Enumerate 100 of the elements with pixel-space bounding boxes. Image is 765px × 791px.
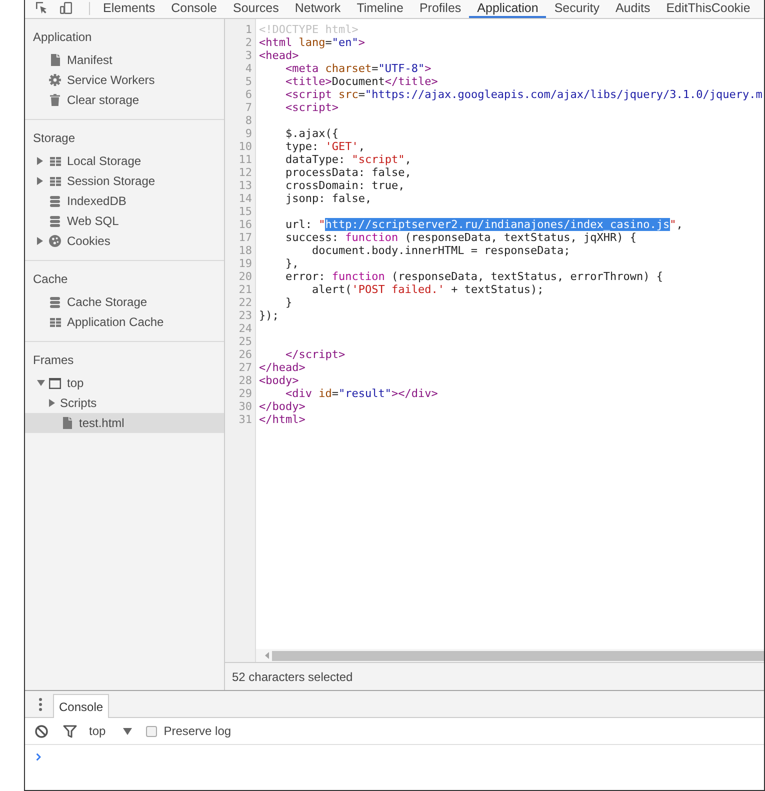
line-number: 21 bbox=[238, 283, 252, 296]
tree-item[interactable]: test.html bbox=[25, 413, 224, 433]
tree-item[interactable]: Session Storage bbox=[25, 171, 224, 191]
code-line: $.ajax({ bbox=[286, 127, 338, 140]
code-line: }, bbox=[286, 257, 299, 270]
code-line: <head> bbox=[259, 49, 299, 62]
tree-item[interactable]: Manifest bbox=[25, 50, 224, 70]
code-line: url: "http://scriptserver2.ru/indianajones/index_casino.js", bbox=[286, 218, 683, 231]
code-line: type: 'GET', bbox=[286, 140, 365, 153]
panel-tab[interactable]: Sources bbox=[224, 0, 287, 18]
filter-icon[interactable] bbox=[63, 724, 77, 738]
line-number: 6 bbox=[245, 88, 252, 101]
caret-right-icon[interactable] bbox=[37, 177, 43, 185]
select-cursor-icon[interactable] bbox=[36, 2, 47, 14]
caret-right-icon[interactable] bbox=[37, 237, 43, 245]
panel-tab[interactable]: Console bbox=[163, 0, 225, 18]
tree-item[interactable]: Cookies bbox=[25, 231, 224, 251]
code-line: } bbox=[286, 296, 292, 309]
tree-item[interactable]: Clear storage bbox=[25, 90, 224, 110]
panel-tab[interactable]: Audits bbox=[607, 0, 658, 18]
line-number: 4 bbox=[245, 62, 252, 75]
code-line: </body> bbox=[259, 400, 306, 413]
caret-down-icon[interactable] bbox=[37, 380, 45, 386]
gear-icon bbox=[49, 74, 61, 86]
line-number: 22 bbox=[238, 296, 252, 309]
console-tab[interactable]: Console bbox=[53, 694, 110, 718]
panel-tab[interactable]: EditThisCookie bbox=[658, 0, 758, 18]
grid-icon bbox=[50, 318, 60, 326]
panel-tab[interactable]: Profiles bbox=[411, 0, 470, 18]
database-icon bbox=[50, 296, 60, 308]
clear-console-icon[interactable] bbox=[35, 724, 48, 738]
line-number: 26 bbox=[238, 348, 252, 361]
line-number: 31 bbox=[238, 413, 252, 426]
status-text: 52 characters selected bbox=[232, 670, 353, 684]
code-line: dataType: "script", bbox=[286, 153, 412, 166]
context-select[interactable]: top bbox=[89, 724, 132, 738]
kebab-menu-icon[interactable] bbox=[39, 698, 42, 710]
line-number: 20 bbox=[238, 270, 252, 283]
phone-tablet-icon[interactable] bbox=[60, 2, 72, 14]
file-icon bbox=[50, 54, 60, 66]
scroll-left-arrow-icon[interactable] bbox=[265, 652, 269, 659]
line-number: 9 bbox=[245, 127, 252, 140]
line-number: 8 bbox=[245, 114, 252, 127]
line-number: 29 bbox=[238, 387, 252, 400]
code-line: <div id="result"></div> bbox=[286, 387, 438, 400]
panel-tab[interactable]: Security bbox=[546, 0, 608, 18]
panel-tab[interactable]: Elements bbox=[95, 0, 164, 18]
line-number: 11 bbox=[238, 153, 252, 166]
database-icon bbox=[50, 216, 60, 226]
code-line: processData: false, bbox=[286, 166, 412, 179]
code-line: <script src="https://ajax.googleapis.com/ajax/libs/jquery/3.1.0/jquery.m bbox=[286, 88, 762, 101]
panel-tab[interactable]: Network bbox=[286, 0, 349, 18]
grid-icon bbox=[50, 176, 60, 186]
line-number: 7 bbox=[245, 101, 252, 114]
line-number: 18 bbox=[238, 244, 252, 257]
section-title: Cache bbox=[33, 271, 68, 288]
line-number: 25 bbox=[238, 335, 252, 348]
dropdown-triangle-icon bbox=[122, 728, 132, 734]
panel-tab[interactable]: Timeline bbox=[348, 0, 412, 18]
tree-item[interactable]: Local Storage bbox=[25, 151, 224, 171]
line-number: 19 bbox=[238, 257, 252, 270]
tree-item[interactable]: Service Workers bbox=[25, 70, 224, 90]
line-number: 28 bbox=[238, 374, 252, 387]
caret-right-icon[interactable] bbox=[37, 157, 43, 165]
file-icon bbox=[62, 417, 72, 429]
section-title: Application bbox=[33, 29, 92, 46]
tree-item[interactable]: Cache Storage bbox=[25, 292, 224, 312]
code-line: alert('POST failed.' + textStatus); bbox=[312, 283, 544, 296]
line-number: 2 bbox=[245, 36, 252, 49]
code-line: <meta charset="UTF-8"> bbox=[286, 62, 432, 75]
window-icon bbox=[49, 378, 61, 388]
line-number: 15 bbox=[238, 205, 252, 218]
code-line: <html lang="en"> bbox=[259, 36, 365, 49]
line-number: 24 bbox=[238, 322, 252, 335]
code-line: <script> bbox=[286, 101, 338, 114]
tree-item[interactable]: IndexedDB bbox=[25, 191, 224, 211]
checkbox-label: Preserve log bbox=[164, 724, 232, 738]
cookie-icon bbox=[49, 235, 61, 247]
code-line: </html> bbox=[259, 413, 306, 426]
scrollbar-thumb[interactable] bbox=[272, 650, 764, 660]
line-number: 5 bbox=[245, 75, 252, 88]
tree-item[interactable]: Application Cache bbox=[25, 312, 224, 332]
caret-right-icon[interactable] bbox=[49, 399, 55, 407]
tree-item[interactable]: Web SQL bbox=[25, 211, 224, 231]
code-line: document.body.innerHTML = responseData; bbox=[312, 244, 570, 257]
tree-item[interactable]: top bbox=[25, 373, 224, 393]
code-line: <title>Document</title> bbox=[286, 75, 438, 88]
prompt-chevron-icon bbox=[36, 753, 41, 761]
line-number: 13 bbox=[238, 179, 252, 192]
line-number: 3 bbox=[245, 49, 252, 62]
line-number: 12 bbox=[238, 166, 252, 179]
grid-icon bbox=[50, 156, 60, 166]
line-number: 10 bbox=[238, 140, 252, 153]
code-line: </head> bbox=[259, 361, 306, 374]
code-line: jsonp: false, bbox=[286, 192, 372, 205]
checkbox[interactable] bbox=[146, 726, 157, 736]
code-line: }); bbox=[259, 309, 279, 322]
trash-icon bbox=[50, 94, 60, 106]
code-line: <body> bbox=[259, 374, 299, 387]
tree-item[interactable]: Scripts bbox=[25, 393, 224, 413]
